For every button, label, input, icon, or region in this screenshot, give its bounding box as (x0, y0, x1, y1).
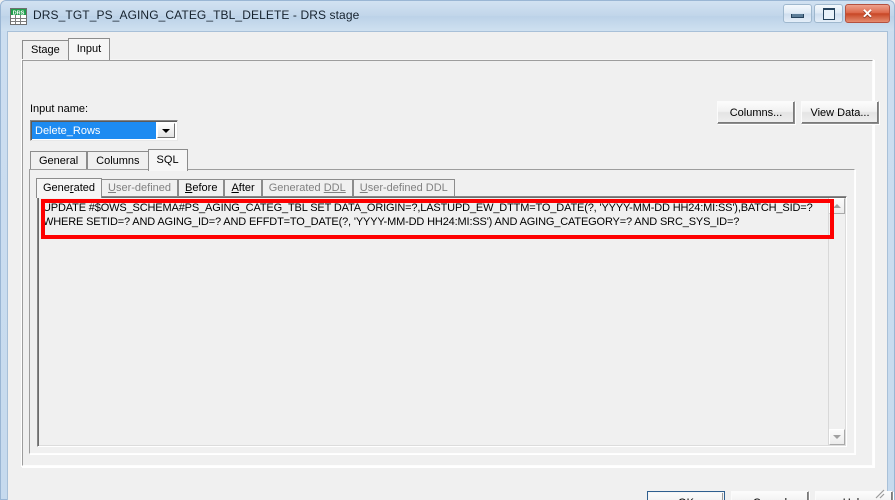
input-name-label: Input name: (30, 103, 89, 115)
input-name-value: Delete_Rows (32, 122, 156, 139)
scroll-up-arrow-icon (833, 204, 841, 208)
help-button[interactable]: Help (815, 491, 893, 500)
scroll-down-arrow-icon (833, 435, 841, 439)
tab-user-defined-ddl[interactable]: User-defined DDL (352, 179, 455, 197)
svg-text:DRS: DRS (13, 10, 25, 16)
tab-after[interactable]: After (224, 179, 262, 197)
window-controls: ✕ (783, 4, 890, 23)
tab-generated-ddl[interactable]: Generated DDL (261, 179, 353, 197)
chevron-down-icon (162, 128, 170, 133)
sql-line-2: WHERE SETID=? AND AGING_ID=? AND EFFDT=T… (43, 216, 740, 228)
sql-line-1: UPDATE #$OWS_SCHEMA#PS_AGING_CATEG_TBL S… (43, 202, 813, 214)
primary-tabstrip: Stage Input (22, 38, 111, 60)
sql-subtabstrip: Generated User-defined Before After Gene… (36, 177, 455, 198)
columns-button[interactable]: Columns... (717, 101, 795, 124)
columns-button-label: Columns... (729, 106, 783, 119)
input-name-combobox[interactable]: Delete_Rows (30, 120, 178, 141)
cancel-button[interactable]: Cancel (731, 491, 809, 500)
tab-stage[interactable]: Stage (22, 40, 69, 59)
secondary-tabstrip: General Columns SQL (30, 149, 188, 171)
title-bar[interactable]: DRS DRS_TGT_PS_AGING_CATEG_TBL_DELETE - … (1, 1, 894, 31)
tab-user-defined[interactable]: User-defined (101, 179, 179, 197)
tab-sql-label: SQL (156, 154, 179, 166)
minimize-icon (791, 14, 804, 18)
scroll-down-button[interactable] (829, 429, 845, 445)
tab-columns[interactable]: Columns (87, 151, 149, 170)
maximize-icon (822, 7, 835, 20)
view-data-button-label: View Data... (810, 106, 870, 119)
view-data-button[interactable]: View Data... (801, 101, 879, 124)
tab-generated[interactable]: Generated (36, 178, 103, 198)
generated-sql-textarea[interactable]: UPDATE #$OWS_SCHEMA#PS_AGING_CATEG_TBL S… (37, 196, 847, 447)
close-icon: ✕ (862, 6, 873, 21)
tab-sql[interactable]: SQL (147, 149, 188, 171)
generated-sql-text: UPDATE #$OWS_SCHEMA#PS_AGING_CATEG_TBL S… (43, 201, 823, 229)
sql-vertical-scrollbar[interactable] (828, 198, 845, 445)
tab-columns-label: Columns (96, 155, 140, 167)
close-button[interactable]: ✕ (845, 4, 890, 23)
scroll-up-button[interactable] (829, 198, 845, 214)
drs-table-icon: DRS (10, 8, 27, 25)
minimize-button[interactable] (783, 4, 812, 23)
drs-stage-dialog: DRS DRS_TGT_PS_AGING_CATEG_TBL_DELETE - … (0, 0, 895, 500)
ok-button[interactable]: OK (647, 491, 725, 500)
tab-stage-label: Stage (31, 44, 60, 56)
tab-general[interactable]: General (30, 151, 88, 170)
tab-input-label: Input (76, 43, 102, 55)
dialog-client-area: Stage Input Input name: Delete_Rows Colu… (8, 32, 893, 500)
maximize-button[interactable] (814, 4, 843, 23)
tab-before[interactable]: Before (178, 179, 225, 197)
tab-input[interactable]: Input (67, 38, 111, 60)
tab-general-label: General (39, 155, 79, 167)
input-name-dropdown-button[interactable] (157, 123, 175, 138)
window-title: DRS_TGT_PS_AGING_CATEG_TBL_DELETE - DRS … (33, 8, 360, 22)
